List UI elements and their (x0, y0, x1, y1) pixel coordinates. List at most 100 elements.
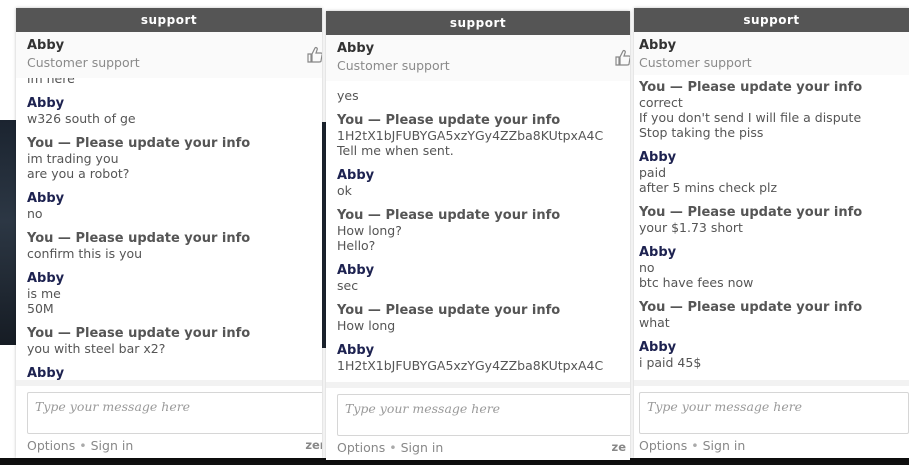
message-textarea[interactable] (28, 393, 322, 433)
message-line: sec (337, 278, 359, 293)
divider (326, 382, 630, 388)
agent-name: Abby (639, 38, 677, 53)
message-line: im here (27, 78, 75, 86)
message-sender: You — Please update your info (639, 205, 863, 220)
message-sender: Abby (639, 340, 677, 355)
message-line: 1H2tX1bJFUBYGA5xzYGy4ZZba8KUtpxA4C (337, 358, 604, 373)
agent-role: Customer support (27, 55, 140, 70)
signin-link[interactable]: Sign in (91, 438, 134, 453)
message-textarea[interactable] (338, 395, 630, 435)
divider (634, 380, 909, 386)
options-link[interactable]: Options (27, 438, 75, 453)
message-line: Hello? (337, 238, 376, 253)
message-input[interactable] (337, 394, 630, 436)
message: You — Please update your info im trading… (27, 136, 311, 181)
message-list[interactable]: im here Abby w326 south of ge You — Plea… (16, 78, 322, 380)
thumbs-up-icon[interactable] (614, 49, 630, 67)
message-line: ok (337, 183, 352, 198)
message-line: after 5 mins check plz (639, 180, 778, 195)
agent-name: Abby (27, 38, 65, 53)
message-sender: You — Please update your info (27, 136, 251, 151)
message-textarea[interactable] (640, 393, 908, 433)
message: Abby no btc have fees now (639, 245, 898, 290)
message-sender: You — Please update your info (27, 326, 251, 341)
message-list[interactable]: You — Please update your info correct If… (634, 75, 909, 380)
chat-widget-2: support Abby Customer support yes You — … (326, 11, 630, 460)
brand-logo[interactable]: ze (612, 440, 627, 454)
message-line: w326 south of ge (27, 111, 136, 126)
message: You — Please update your info what (639, 300, 898, 330)
message: You — Please update your info your $1.73… (639, 205, 898, 235)
widget-footer: Options • Sign in (639, 438, 909, 453)
message-sender: You — Please update your info (639, 300, 863, 315)
message-line: Tell me when sent. (337, 143, 454, 158)
message-sender: Abby (27, 271, 65, 286)
widget-title[interactable]: support (326, 11, 630, 35)
separator-dot: • (389, 440, 397, 455)
options-link[interactable]: Options (639, 438, 687, 453)
message-line: paid (639, 165, 667, 180)
thumbs-up-icon[interactable] (306, 46, 322, 64)
message-line: you with steel bar x2? (27, 341, 166, 356)
widget-title[interactable]: support (16, 8, 322, 32)
brand-logo[interactable]: zen (305, 438, 322, 452)
chat-widget-3: support Abby Customer support You — Plea… (634, 8, 909, 458)
message-input[interactable] (639, 392, 909, 434)
message-line: If you don't send I will file a dispute (639, 110, 862, 125)
message: Abby paid after 5 mins check plz (639, 150, 898, 195)
widget-title[interactable]: support (634, 8, 909, 32)
message: You — Please update your info confirm th… (27, 231, 311, 261)
message-input[interactable] (27, 392, 322, 434)
agent-header: Abby Customer support (326, 35, 630, 83)
message: You — Please update your info correct If… (639, 80, 898, 140)
message-sender: You — Please update your info (337, 208, 561, 223)
message-sender: Abby (27, 96, 65, 111)
widget-footer: Options • Sign in ze (337, 440, 630, 455)
separator-dot: • (79, 438, 87, 453)
message-line: yes (337, 88, 359, 103)
agent-header: Abby Customer support (16, 32, 322, 80)
message-line: is me (27, 286, 61, 301)
message-sender: Abby (639, 150, 677, 165)
message-line: what (639, 315, 670, 330)
message-line: are you a robot? (27, 166, 130, 181)
message: yes (337, 88, 619, 103)
message: Abby 1H2tX1bJFUBYGA5xzYGy4ZZba8KUtpxA4C (337, 343, 619, 373)
message-sender: Abby (639, 245, 677, 260)
message-line: How long? (337, 223, 402, 238)
message-line: correct (639, 95, 683, 110)
message-sender: You — Please update your info (27, 231, 251, 246)
message: You — Please update your info How long (337, 303, 619, 333)
chat-widget-1: support Abby Customer support im here Ab… (16, 8, 322, 458)
message: You — Please update your info How long? … (337, 208, 619, 253)
message-sender: You — Please update your info (337, 113, 561, 128)
message: Abby i paid 45$ (639, 340, 898, 370)
agent-role: Customer support (639, 55, 752, 70)
message-list[interactable]: yes You — Please update your info 1H2tX1… (326, 81, 630, 382)
message-line: im trading you (27, 151, 119, 166)
widget-footer: Options • Sign in zen (27, 438, 322, 453)
message-sender: Abby (337, 263, 375, 278)
message-line: 50M (27, 301, 54, 316)
message-line: 1H2tX1bJFUBYGA5xzYGy4ZZba8KUtpxA4C (337, 128, 604, 143)
agent-name: Abby (337, 41, 375, 56)
message-sender: Abby (27, 191, 65, 206)
message: You — Please update your info you with s… (27, 326, 311, 356)
message-sender: You — Please update your info (337, 303, 561, 318)
message-line: no (27, 206, 43, 221)
separator-dot: • (691, 438, 699, 453)
message-line: How long (337, 318, 396, 333)
message: Abby is me 50M (27, 271, 311, 316)
message-line: confirm this is you (27, 246, 143, 261)
options-link[interactable]: Options (337, 440, 385, 455)
signin-link[interactable]: Sign in (401, 440, 444, 455)
message-sender: You — Please update your info (639, 80, 863, 95)
message: Abby sec (337, 263, 619, 293)
agent-role: Customer support (337, 58, 450, 73)
message: Abby no (27, 191, 311, 221)
message: Abby ok (337, 168, 619, 198)
message: You — Please update your info 1H2tX1bJFU… (337, 113, 619, 158)
agent-header: Abby Customer support (634, 32, 909, 77)
message: im here (27, 78, 311, 86)
signin-link[interactable]: Sign in (703, 438, 746, 453)
